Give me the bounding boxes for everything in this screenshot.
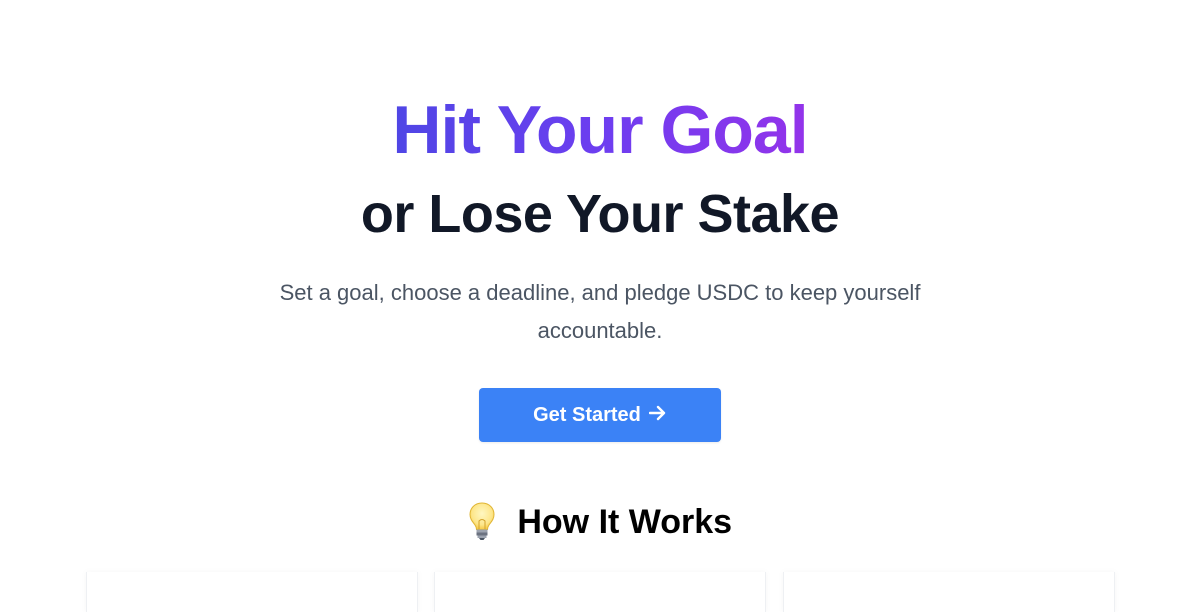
how-it-works-label: How It Works: [517, 503, 733, 541]
get-started-button[interactable]: Get Started: [479, 388, 721, 442]
how-it-works-cards: [0, 572, 1200, 612]
how-it-works-card: [783, 572, 1115, 612]
how-it-works-card: [86, 572, 418, 612]
get-started-label: Get Started: [533, 403, 641, 426]
headline-secondary: or Lose Your Stake: [360, 184, 840, 244]
how-it-works-heading: How It Works: [0, 500, 1200, 544]
how-it-works-card: [434, 572, 766, 612]
hero-subtitle: Set a goal, choose a deadline, and pledg…: [279, 280, 921, 343]
lightbulb-icon: [468, 501, 496, 541]
arrow-right-icon: [648, 405, 667, 425]
headline-primary: Hit Your Goal: [0, 92, 1200, 168]
headline-primary-text: Hit Your Goal: [392, 92, 808, 168]
